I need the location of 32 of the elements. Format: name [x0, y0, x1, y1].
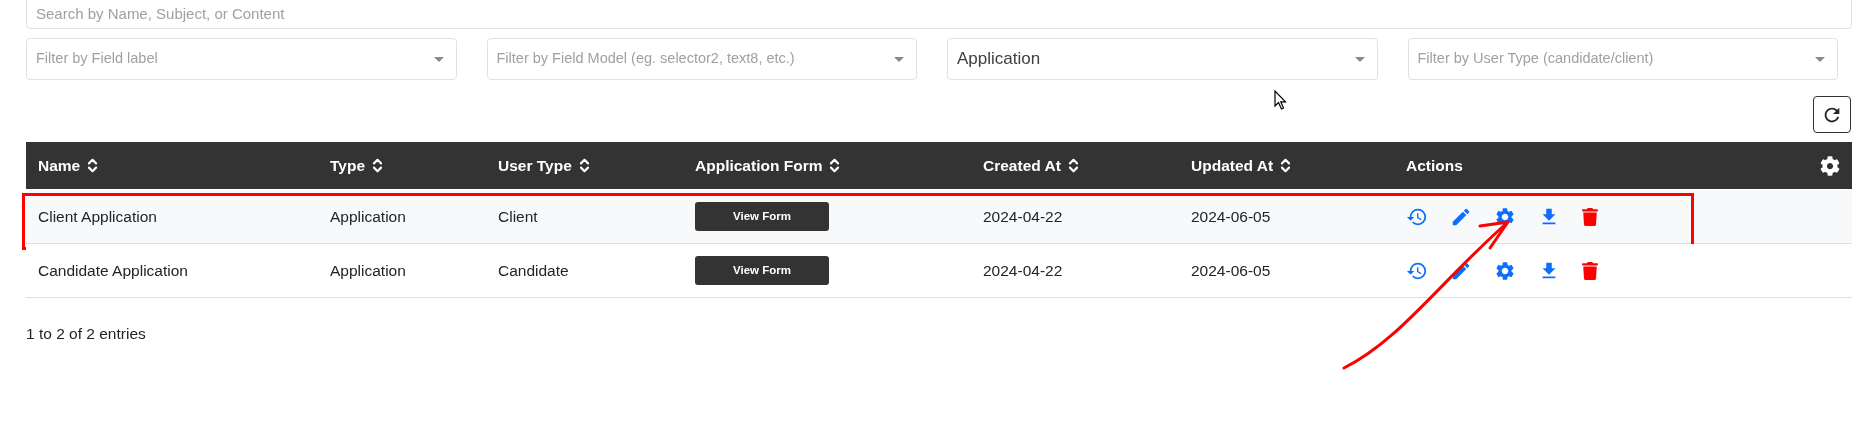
column-header[interactable]: Name	[38, 153, 81, 178]
settings-icon[interactable]	[1820, 155, 1840, 176]
refresh-button[interactable]	[1813, 96, 1851, 133]
filter-dropdown[interactable]: Application	[947, 38, 1378, 80]
column-header[interactable]: Created At	[983, 153, 1061, 178]
table-cell: 2024-06-05	[1191, 207, 1271, 225]
table-cell: Candidate	[498, 261, 569, 279]
caret-icon	[1354, 56, 1365, 62]
table-cell: Client Application	[38, 207, 157, 225]
caret-icon	[433, 56, 444, 62]
table-cell: Candidate Application	[38, 261, 188, 279]
table-cell: 2024-04-22	[983, 207, 1063, 225]
column-header[interactable]: Updated At	[1191, 153, 1274, 178]
column-header[interactable]: Type	[330, 153, 366, 178]
table-cell: Application	[330, 261, 406, 279]
trash-icon[interactable]	[1582, 207, 1598, 226]
table-cell: 2024-04-22	[983, 261, 1063, 279]
table-cell: 2024-06-05	[1191, 261, 1271, 279]
caret-icon	[894, 56, 904, 62]
trash-icon[interactable]	[1582, 261, 1598, 280]
caret-icon	[1815, 56, 1825, 62]
column-header: Actions	[1406, 155, 1463, 176]
view-form-button[interactable]: View Form	[695, 202, 829, 231]
table-cell: Client	[498, 207, 538, 225]
cursor-icon	[1274, 90, 1287, 110]
table-cell: Application	[330, 207, 406, 225]
column-header[interactable]: User Type	[498, 153, 572, 178]
gear-icon[interactable]	[1494, 259, 1516, 282]
view-form-button[interactable]: View Form	[695, 256, 829, 285]
entries-count: 1 to 2 of 2 entries	[26, 325, 146, 342]
column-header[interactable]: Application Form	[695, 153, 823, 178]
search-field[interactable]: Search by Name, Subject, or Content	[26, 0, 1852, 29]
